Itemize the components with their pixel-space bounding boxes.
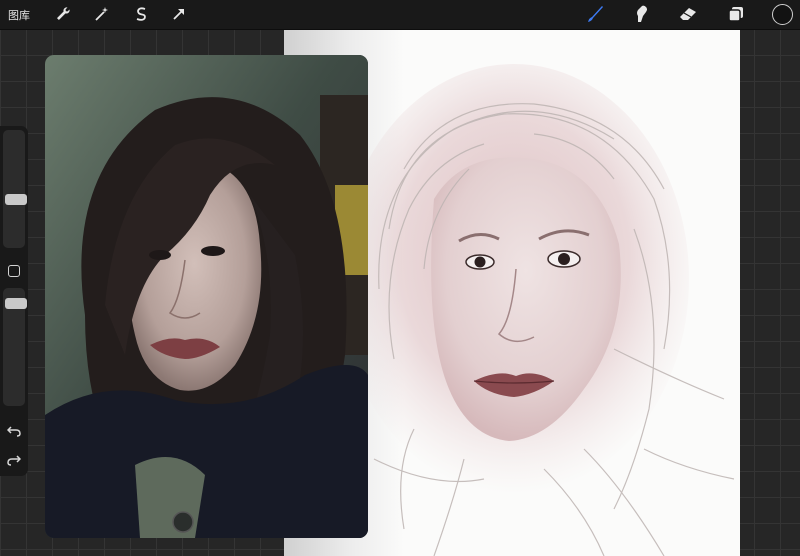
undo-icon[interactable]: [6, 423, 21, 437]
eraser-icon[interactable]: [677, 3, 699, 25]
reference-photo[interactable]: [45, 55, 368, 538]
selection-s-icon[interactable]: [130, 3, 152, 25]
smudge-icon[interactable]: [631, 3, 653, 25]
left-sidebar: [0, 126, 28, 476]
opacity-thumb[interactable]: [5, 298, 27, 309]
redo-icon[interactable]: [7, 452, 22, 466]
layers-icon[interactable]: [725, 3, 747, 25]
magic-wand-icon[interactable]: [91, 3, 113, 25]
brush-icon[interactable]: [584, 3, 606, 25]
square-icon[interactable]: [8, 265, 20, 277]
wrench-icon[interactable]: [52, 3, 74, 25]
arrow-cursor-icon[interactable]: [168, 3, 190, 25]
top-toolbar: 图库: [0, 0, 800, 30]
gallery-button[interactable]: 图库: [8, 7, 30, 23]
opacity-slider[interactable]: [3, 288, 27, 406]
brush-size-thumb[interactable]: [5, 194, 27, 205]
brush-size-slider[interactable]: [3, 130, 27, 248]
color-picker-button[interactable]: [772, 4, 793, 25]
